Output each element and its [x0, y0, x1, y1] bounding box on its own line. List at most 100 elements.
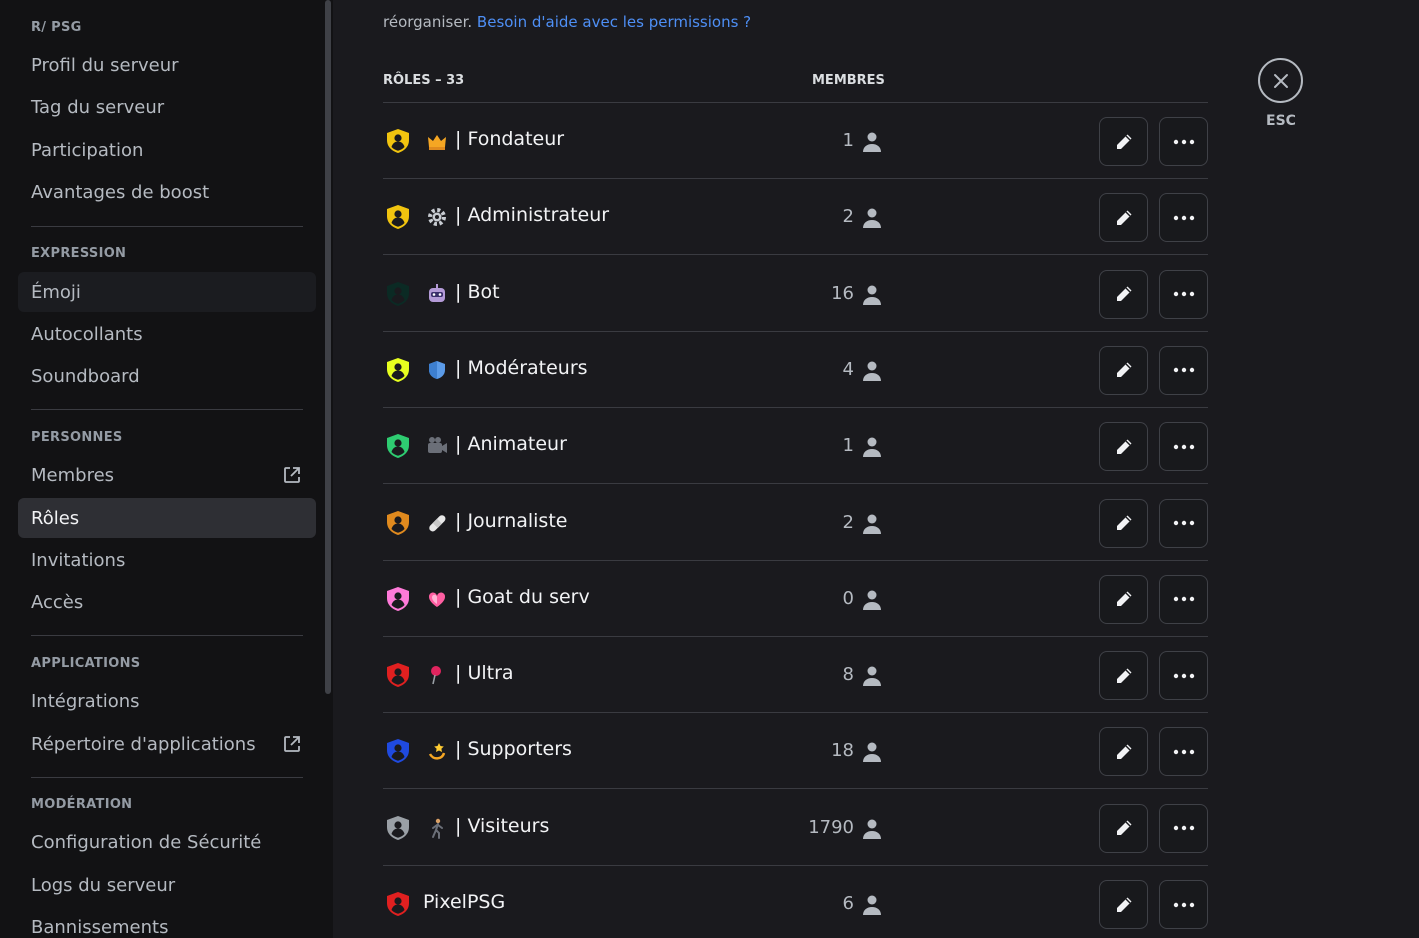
more-options-button[interactable] — [1159, 345, 1208, 395]
role-row[interactable]: | Journaliste 2 — [383, 485, 1208, 561]
sidebar-item-invites[interactable]: Invitations — [18, 540, 316, 580]
walking-icon — [432, 818, 443, 839]
bandage-icon — [429, 514, 446, 531]
more-options-button[interactable] — [1159, 269, 1208, 319]
sidebar-item-access[interactable]: Accès — [18, 582, 316, 622]
role-shield-icon — [387, 205, 409, 230]
edit-role-button[interactable] — [1099, 803, 1148, 853]
pin-icon — [431, 666, 441, 685]
sidebar-item-safety-setup[interactable]: Configuration de Sécurité — [18, 822, 316, 862]
more-options-button[interactable] — [1159, 574, 1208, 624]
ellipsis-icon — [1173, 444, 1194, 449]
dizzy-icon — [428, 743, 446, 761]
role-member-count: 1 — [842, 130, 854, 151]
ellipsis-icon — [1173, 597, 1194, 602]
role-shield-icon — [387, 434, 409, 459]
sidebar-item-participation[interactable]: Participation — [18, 130, 316, 170]
pencil-icon — [1116, 591, 1131, 607]
sidebar-item-stickers[interactable]: Autocollants — [18, 314, 316, 354]
role-member-count: 1790 — [808, 816, 854, 838]
members-column-header: MEMBRES — [812, 73, 885, 88]
role-row[interactable]: | Goat du serv 0 — [383, 561, 1208, 637]
role-row[interactable]: PixelPSG 6 — [383, 866, 1208, 938]
edit-role-button[interactable] — [1099, 422, 1148, 472]
edit-role-button[interactable] — [1099, 574, 1148, 624]
pencil-icon — [1116, 439, 1131, 454]
role-row[interactable]: | Ultra 8 — [383, 637, 1208, 714]
person-icon — [863, 208, 881, 229]
sidebar-item-soundboard[interactable]: Soundboard — [18, 356, 316, 396]
more-options-button[interactable] — [1159, 193, 1208, 243]
role-shield-icon — [387, 739, 409, 764]
edit-role-button[interactable] — [1099, 193, 1148, 243]
sidebar-item-emoji[interactable]: Émoji — [18, 272, 316, 312]
sidebar-item-audit-log[interactable]: Logs du serveur — [18, 865, 316, 905]
role-row[interactable]: | Bot 16 — [383, 256, 1208, 332]
role-row[interactable]: | Fondateur 1 — [383, 103, 1208, 179]
sidebar-divider — [31, 226, 303, 227]
sidebar-item-server-profile[interactable]: Profil du serveur — [18, 45, 316, 85]
role-row[interactable]: | Supporters 18 — [383, 713, 1208, 790]
pencil-icon — [1116, 210, 1131, 225]
role-shield-icon — [387, 510, 409, 535]
role-shield-icon — [387, 129, 409, 153]
role-member-count: 6 — [842, 893, 854, 914]
close-button[interactable] — [1258, 58, 1303, 103]
more-options-button[interactable] — [1159, 727, 1208, 777]
external-link-icon — [284, 736, 300, 752]
role-name: PixelPSG — [423, 891, 506, 913]
role-name: | Animateur — [455, 433, 567, 456]
edit-role-button[interactable] — [1099, 269, 1148, 319]
more-options-button[interactable] — [1159, 651, 1208, 701]
role-row[interactable]: | Administrateur 2 — [383, 179, 1208, 256]
edit-role-button[interactable] — [1099, 727, 1148, 777]
sidebar-item-boost-perks[interactable]: Avantages de boost — [18, 172, 316, 212]
sidebar-item-bans[interactable]: Bannissements — [18, 907, 316, 938]
ellipsis-icon — [1173, 749, 1194, 755]
more-options-button[interactable] — [1159, 803, 1208, 853]
intro-text: réorganiser. Besoin d'aide avec les perm… — [383, 13, 751, 31]
expression-header: EXPRESSION — [31, 246, 127, 261]
role-row[interactable]: | Animateur 1 — [383, 408, 1208, 485]
sidebar-item-members[interactable]: Membres — [18, 455, 316, 495]
permissions-help-link[interactable]: Besoin d'aide avec les permissions ? — [477, 13, 751, 31]
edit-role-button[interactable] — [1099, 498, 1148, 548]
intro-text-label: réorganiser. — [383, 13, 473, 31]
settings-sidebar: R/ PSG Profil du serveur Tag du serveur … — [0, 0, 333, 938]
role-name: | Modérateurs — [455, 356, 588, 379]
ellipsis-icon — [1173, 368, 1194, 373]
edit-role-button[interactable] — [1099, 345, 1148, 395]
role-member-count: 2 — [842, 511, 854, 533]
more-options-button[interactable] — [1159, 117, 1208, 166]
close-icon — [1273, 73, 1288, 88]
pencil-icon — [1116, 820, 1131, 836]
ellipsis-icon — [1173, 291, 1194, 297]
pencil-icon — [1116, 134, 1131, 149]
ellipsis-icon — [1173, 825, 1194, 831]
role-name: | Bot — [455, 280, 500, 303]
shield-emoji-icon — [429, 360, 445, 379]
external-link-icon — [284, 467, 300, 483]
robot-icon — [429, 283, 445, 302]
edit-role-button[interactable] — [1099, 651, 1148, 701]
sidebar-item-server-tag[interactable]: Tag du serveur — [18, 87, 316, 127]
pencil-icon — [1116, 744, 1131, 759]
sidebar-item-integrations[interactable]: Intégrations — [18, 681, 316, 721]
person-icon — [863, 514, 881, 534]
more-options-button[interactable] — [1159, 498, 1208, 548]
gear-icon — [428, 208, 446, 227]
sidebar-item-app-directory[interactable]: Répertoire d'applications — [18, 724, 316, 764]
role-member-count: 18 — [831, 740, 854, 762]
more-options-button[interactable] — [1159, 422, 1208, 472]
edit-role-button[interactable] — [1099, 880, 1148, 929]
role-shield-icon — [387, 892, 409, 916]
sidebar-item-roles[interactable]: Rôles — [18, 498, 316, 538]
role-shield-icon — [387, 815, 409, 840]
sidebar-scrollbar[interactable] — [325, 0, 331, 694]
role-row[interactable]: | Visiteurs 1790 — [383, 790, 1208, 866]
pencil-icon — [1116, 668, 1131, 683]
more-options-button[interactable] — [1159, 880, 1208, 929]
edit-role-button[interactable] — [1099, 117, 1148, 166]
role-row[interactable]: | Modérateurs 4 — [383, 332, 1208, 408]
applications-header: APPLICATIONS — [31, 656, 141, 671]
